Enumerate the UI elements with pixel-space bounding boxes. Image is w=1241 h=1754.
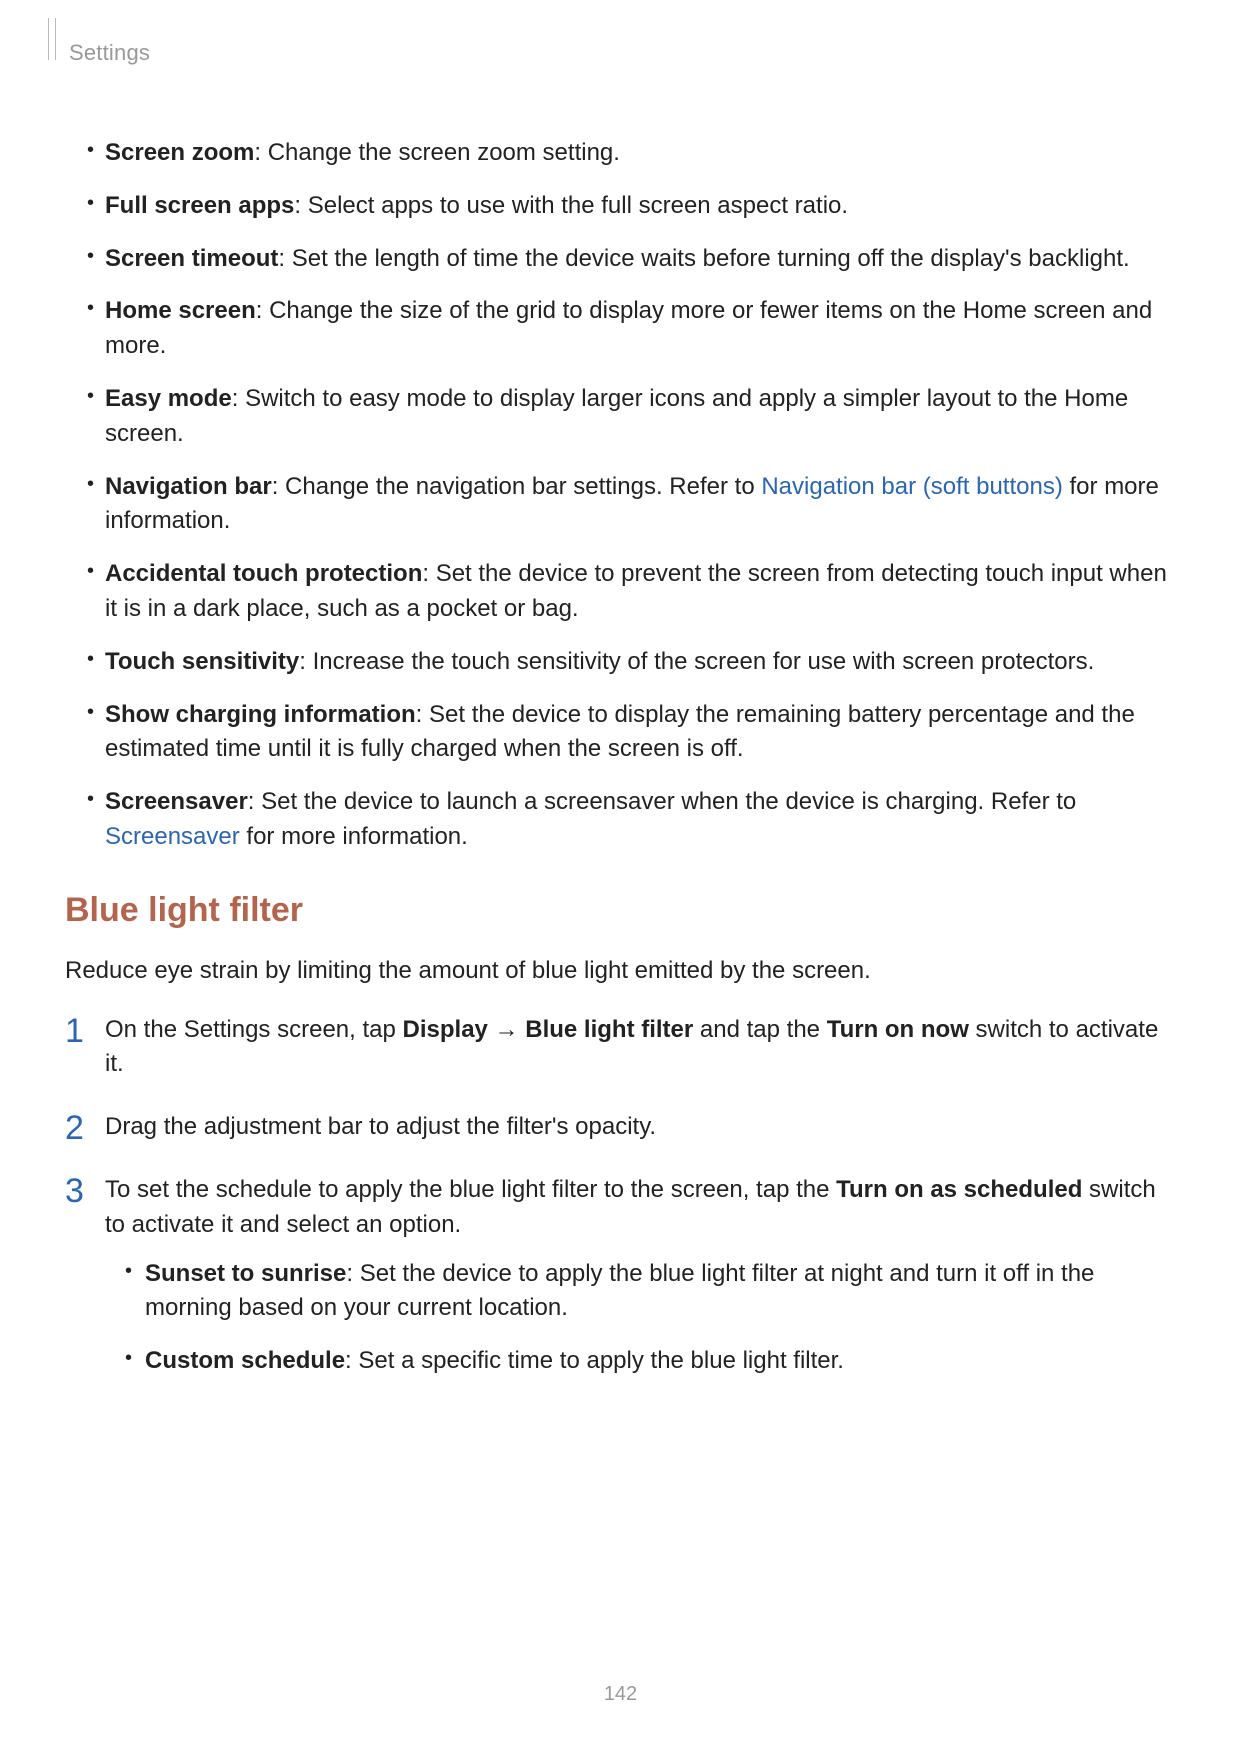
item-bold: Screen timeout (105, 245, 278, 272)
section-intro: Reduce eye strain by limiting the amount… (65, 954, 1176, 989)
item-bold: Custom schedule (145, 1347, 345, 1374)
item-text: : Change the size of the grid to display… (105, 297, 1152, 359)
list-item: Touch sensitivity: Increase the touch se… (65, 645, 1176, 680)
item-text: : Increase the touch sensitivity of the … (299, 648, 1094, 675)
list-item: Full screen apps: Select apps to use wit… (65, 189, 1176, 224)
step-bold: Turn on as scheduled (836, 1176, 1082, 1203)
item-bold: Full screen apps (105, 192, 294, 219)
list-item: Home screen: Change the size of the grid… (65, 294, 1176, 364)
step-text: To set the schedule to apply the blue li… (105, 1176, 836, 1203)
step-item: Drag the adjustment bar to adjust the fi… (65, 1110, 1176, 1145)
item-bold: Touch sensitivity (105, 648, 299, 675)
list-item: Easy mode: Switch to easy mode to displa… (65, 382, 1176, 452)
step-bold: Turn on now (827, 1016, 969, 1043)
navigation-bar-link[interactable]: Navigation bar (soft buttons) (761, 473, 1063, 500)
steps-list: On the Settings screen, tap Display → Bl… (65, 1013, 1176, 1379)
item-bold: Screensaver (105, 788, 248, 815)
item-text: : Select apps to use with the full scree… (294, 192, 848, 219)
step-bold: Blue light filter (525, 1016, 693, 1043)
step-text: On the Settings screen, tap (105, 1016, 403, 1043)
step-bold: Display (403, 1016, 488, 1043)
item-text: for more information. (240, 823, 468, 850)
step-item: To set the schedule to apply the blue li… (65, 1173, 1176, 1379)
section-heading-blue-light: Blue light filter (65, 891, 1176, 930)
item-text: : Set the length of time the device wait… (278, 245, 1129, 272)
item-text: : Change the navigation bar settings. Re… (272, 473, 762, 500)
list-item: Custom schedule: Set a specific time to … (105, 1344, 1176, 1379)
header-label: Settings (69, 40, 150, 65)
step-item: On the Settings screen, tap Display → Bl… (65, 1013, 1176, 1083)
list-item: Screen zoom: Change the screen zoom sett… (65, 136, 1176, 171)
list-item: Accidental touch protection: Set the dev… (65, 557, 1176, 627)
step-text: and tap the (693, 1016, 826, 1043)
item-text: : Set a specific time to apply the blue … (345, 1347, 844, 1374)
arrow-icon: → (488, 1016, 525, 1043)
header-rule (48, 18, 56, 60)
item-bold: Easy mode (105, 385, 232, 412)
screensaver-link[interactable]: Screensaver (105, 823, 240, 850)
item-text: : Switch to easy mode to display larger … (105, 385, 1128, 447)
item-bold: Home screen (105, 297, 256, 324)
item-bold: Navigation bar (105, 473, 272, 500)
item-bold: Accidental touch protection (105, 560, 422, 587)
list-item: Screen timeout: Set the length of time t… (65, 242, 1176, 277)
page-number: 142 (0, 1683, 1241, 1706)
item-bold: Sunset to sunrise (145, 1260, 346, 1287)
list-item: Show charging information: Set the devic… (65, 698, 1176, 768)
step3-options: Sunset to sunrise: Set the device to app… (105, 1257, 1176, 1379)
display-settings-list: Screen zoom: Change the screen zoom sett… (65, 136, 1176, 855)
list-item: Navigation bar: Change the navigation ba… (65, 470, 1176, 540)
item-bold: Show charging information (105, 701, 416, 728)
list-item: Sunset to sunrise: Set the device to app… (105, 1257, 1176, 1327)
item-text: : Set the device to launch a screensaver… (248, 788, 1076, 815)
step-text: Drag the adjustment bar to adjust the fi… (105, 1113, 656, 1140)
item-text: : Change the screen zoom setting. (254, 139, 620, 166)
item-bold: Screen zoom (105, 139, 254, 166)
list-item: Screensaver: Set the device to launch a … (65, 785, 1176, 855)
